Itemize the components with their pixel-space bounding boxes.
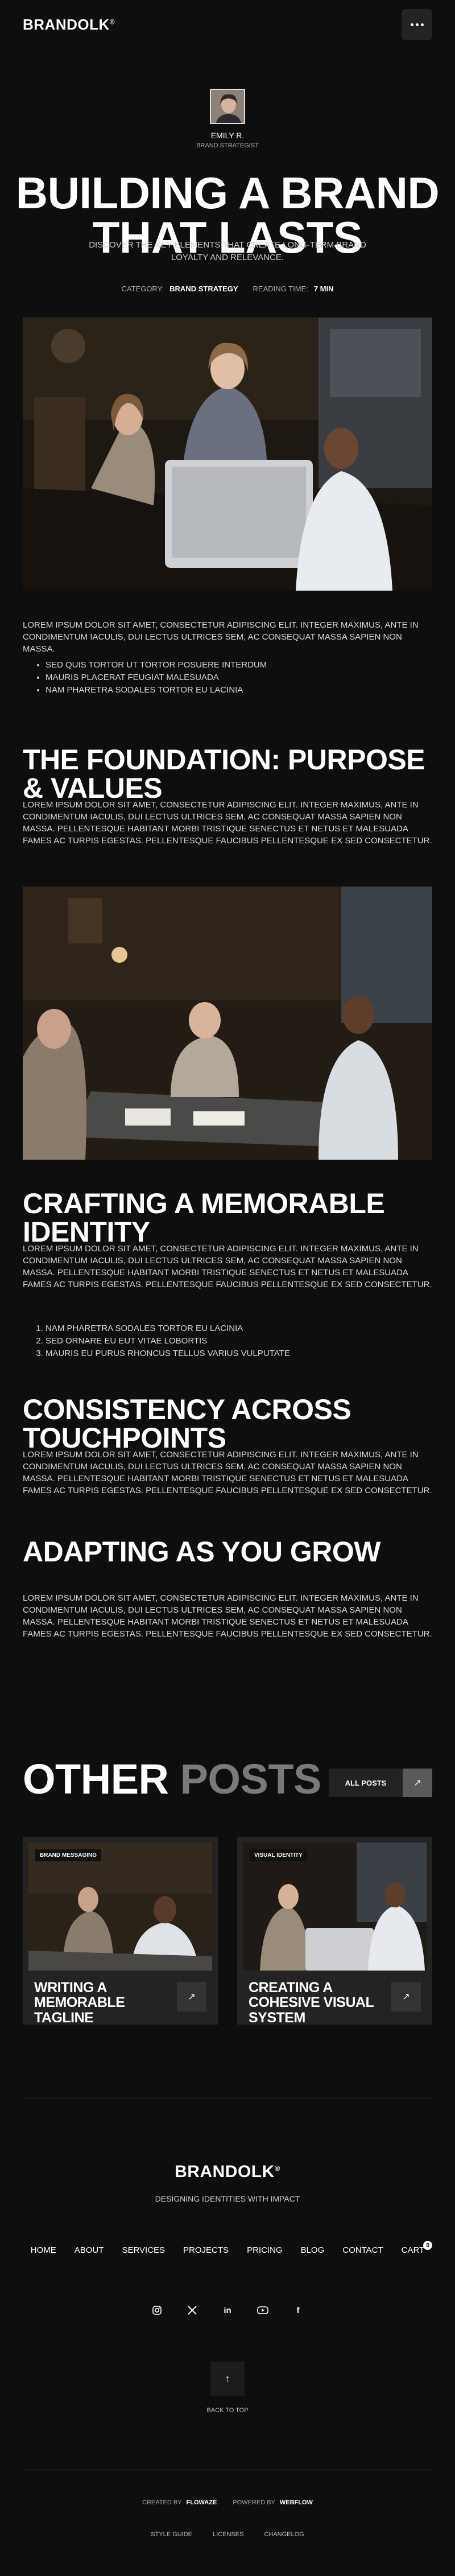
foundation-paragraph: LOREM IPSUM DOLOR SIT AMET, CONSECTETUR … xyxy=(23,800,432,846)
footer-tagline: DESIGNING IDENTITIES WITH IMPACT xyxy=(155,2194,300,2203)
section-heading-adapting: ADAPTING AS YOU GROW xyxy=(23,1536,380,1568)
post-tag: VISUAL IDENTITY xyxy=(250,1849,307,1861)
section-heading-consistency: CONSISTENCY ACROSS TOUCHPOINTS xyxy=(23,1394,351,1454)
post-card-image: VISUAL IDENTITY xyxy=(243,1843,427,1971)
cart-count-badge: 0 xyxy=(423,2241,433,2250)
footer-nav-about[interactable]: ABOUT xyxy=(75,2245,104,2255)
social-links: in f xyxy=(0,2299,455,2322)
author-role: BRAND STRATEGIST xyxy=(196,142,259,149)
other-posts-heading-b: POSTS xyxy=(180,1755,322,1803)
arrow-up-icon: ↑ xyxy=(225,2372,230,2384)
powered-by-link[interactable]: WEBFLOW xyxy=(280,2499,313,2506)
footer-logo-text: BRANDOLK xyxy=(175,2162,275,2181)
back-to-top-label: BACK TO TOP xyxy=(206,2407,249,2414)
numbered-list: NAM PHARETRA SODALES TORTOR EU LACINIA S… xyxy=(46,1322,421,1360)
intro-paragraph: LOREM IPSUM DOLOR SIT AMET, CONSECTETUR … xyxy=(23,620,419,654)
footer-nav-contact[interactable]: CONTACT xyxy=(342,2245,383,2255)
post-card[interactable]: VISUAL IDENTITY CREATING A COHESIVE VISU… xyxy=(237,1837,432,2025)
menu-button[interactable] xyxy=(402,9,432,40)
brand-logo[interactable]: BRANDOLK® xyxy=(23,16,115,34)
bullet-list: SED QUIS TORTOR UT TORTOR POSUERE INTERD… xyxy=(46,659,421,696)
x-icon[interactable] xyxy=(181,2299,204,2322)
consistency-paragraph: LOREM IPSUM DOLOR SIT AMET, CONSECTETUR … xyxy=(23,1450,432,1495)
created-by-label: CREATED BY xyxy=(142,2499,182,2506)
adapting-paragraph: LOREM IPSUM DOLOR SIT AMET, CONSECTETUR … xyxy=(23,1593,432,1639)
licenses-link[interactable]: LICENSES xyxy=(213,2531,243,2538)
post-title: WRITING A MEMORABLE TAGLINE xyxy=(34,1980,125,2026)
cart-button[interactable]: CART 0 xyxy=(401,2241,433,2255)
footer-logo[interactable]: BRANDOLK® xyxy=(0,2162,455,2182)
author-name: EMILY R. xyxy=(210,131,245,140)
other-posts-heading: OTHER POSTS xyxy=(23,1758,321,1800)
all-posts-label: ALL POSTS xyxy=(329,1769,403,1797)
arrow-up-right-icon[interactable]: ↗ xyxy=(177,1982,206,2012)
identity-paragraph: LOREM IPSUM DOLOR SIT AMET, CONSECTETUR … xyxy=(23,1244,432,1289)
meeting-image xyxy=(23,887,432,1160)
back-to-top-button[interactable]: ↑ xyxy=(210,2361,245,2396)
footer-nav-pricing[interactable]: PRICING xyxy=(247,2245,283,2255)
facebook-icon[interactable]: f xyxy=(287,2299,309,2322)
footer-credits: CREATED BY FLOWAZE POWERED BY WEBFLOW xyxy=(0,2499,455,2506)
footer-nav-services[interactable]: SERVICES xyxy=(122,2245,165,2255)
category-label: CATEGORY: xyxy=(121,285,164,293)
arrow-up-right-icon: ↗ xyxy=(403,1769,432,1797)
hero-image xyxy=(23,318,432,591)
article-subtitle: DISCOVER THE KEY ELEMENTS THAT CREATE LO… xyxy=(89,240,366,262)
list-item: SED ORNARE EU EUT VITAE LOBORTIS xyxy=(46,1335,421,1347)
footer-logo-mark: ® xyxy=(274,2164,280,2173)
footer-utility-links: STYLE GUIDE LICENSES CHANGELOG xyxy=(0,2531,455,2538)
list-item: MAURIS EU PURUS RHONCUS TELLUS VARIUS VU… xyxy=(46,1347,421,1360)
footer-nav-home[interactable]: HOME xyxy=(31,2245,56,2255)
arrow-up-right-icon[interactable]: ↗ xyxy=(391,1982,421,2012)
post-tag: BRAND MESSAGING xyxy=(35,1849,102,1861)
site-header: BRANDOLK® xyxy=(0,0,455,49)
other-posts-heading-a: OTHER xyxy=(23,1755,169,1803)
article-meta: CATEGORY: BRAND STRATEGY READING TIME: 7 MI… xyxy=(0,285,455,293)
reading-time-label: READING TIME: xyxy=(253,285,308,293)
avatar xyxy=(210,89,245,124)
reading-time-value: 7 MIN xyxy=(313,285,334,293)
footer-nav-blog[interactable]: BLOG xyxy=(301,2245,325,2255)
cart-label: CART xyxy=(401,2245,425,2255)
list-item: MAURIS PLACERAT FEUGIAT MALESUADA xyxy=(46,671,421,684)
powered-by-label: POWERED BY xyxy=(233,2499,275,2506)
footer-nav-projects[interactable]: PROJECTS xyxy=(183,2245,229,2255)
author-block: EMILY R. BRAND STRATEGIST xyxy=(0,89,455,149)
style-guide-link[interactable]: STYLE GUIDE xyxy=(151,2531,192,2538)
ellipsis-icon xyxy=(410,23,424,26)
post-card[interactable]: BRAND MESSAGING WRITING A MEMORABLE TAGL… xyxy=(23,1837,218,2025)
category-value: BRAND STRATEGY xyxy=(169,285,238,293)
logo-text: BRANDOLK xyxy=(23,15,110,33)
section-heading-identity: CRAFTING A MEMORABLE IDENTITY xyxy=(23,1188,385,1248)
changelog-link[interactable]: CHANGELOG xyxy=(264,2531,304,2538)
footer-nav: HOME ABOUT SERVICES PROJECTS PRICING BLO… xyxy=(0,2241,455,2255)
youtube-icon[interactable] xyxy=(251,2299,274,2322)
list-item: SED QUIS TORTOR UT TORTOR POSUERE INTERD… xyxy=(46,659,421,671)
linkedin-icon[interactable]: in xyxy=(216,2299,239,2322)
section-heading-foundation: THE FOUNDATION: PURPOSE & VALUES xyxy=(23,744,425,804)
post-card-image: BRAND MESSAGING xyxy=(28,1843,212,1971)
list-item: NAM PHARETRA SODALES TORTOR EU LACINIA xyxy=(46,684,421,696)
post-title: CREATING A COHESIVE VISUAL SYSTEM xyxy=(249,1980,374,2026)
list-item: NAM PHARETRA SODALES TORTOR EU LACINIA xyxy=(46,1322,421,1335)
logo-mark: ® xyxy=(109,17,115,26)
all-posts-button[interactable]: ALL POSTS ↗ xyxy=(329,1769,432,1797)
instagram-icon[interactable] xyxy=(146,2299,168,2322)
created-by-link[interactable]: FLOWAZE xyxy=(187,2499,217,2506)
